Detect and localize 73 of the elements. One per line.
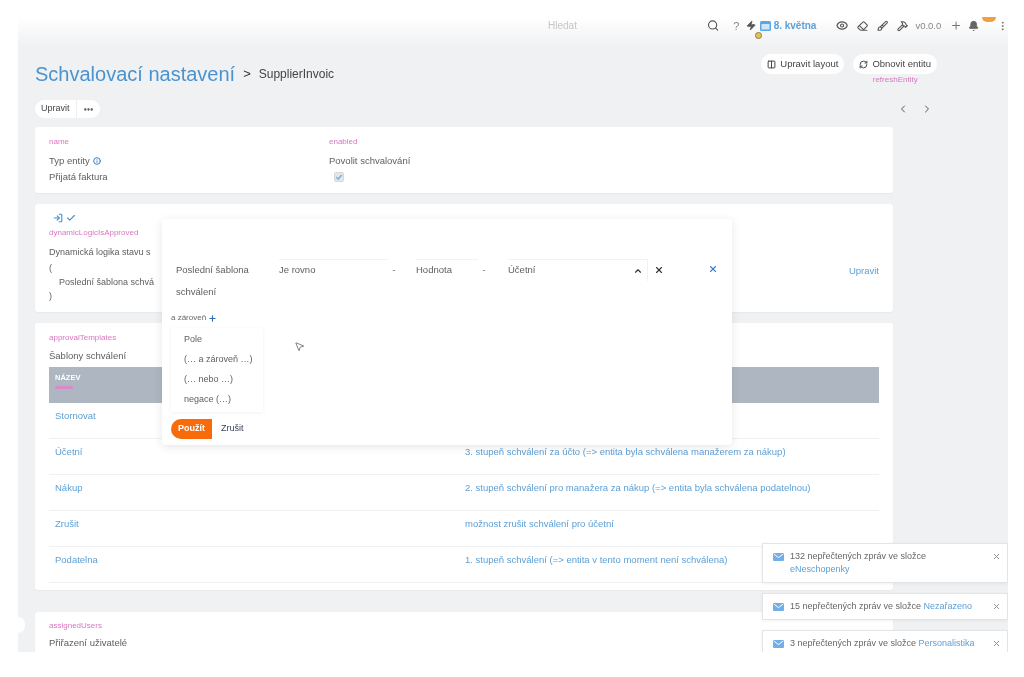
close-icon[interactable] [992,552,1001,561]
close-paren: ) [49,290,52,303]
close-icon[interactable] [992,639,1001,648]
refresh-icon [859,59,869,69]
logic-description: Dynamická logika stavu s [49,246,151,259]
breadcrumb-separator: > [243,66,251,82]
remove-condition-icon[interactable] [708,264,718,274]
close-icon[interactable] [992,602,1001,611]
refresh-button[interactable]: Obnovit entitu [853,54,937,74]
separator-dash: - [481,263,487,277]
column-marker [55,386,73,389]
menu-item[interactable]: (… a zároveň …) [171,350,263,370]
field-value: Přijatá faktura [49,170,108,184]
login-icon[interactable] [53,213,63,223]
notification-message: 132 nepřečtených zpráv ve složce eNeschopenky [790,550,928,576]
field-select[interactable]: Poslední šablona schválení [176,259,272,303]
action-key-label: refreshEntity [872,75,918,85]
notification-message: 3 nepřečtených zpráv ve složce Personalistika [790,637,976,650]
operator-select[interactable]: Je rovno [279,259,388,281]
template-name: Účetní [54,445,83,459]
template-description: 1. stupeň schválení (=> entita v tento moment není schválena) [465,553,728,567]
version-label: v0.0.0 [915,19,942,32]
lightning-icon[interactable] [746,20,757,31]
search-icon[interactable] [707,19,720,32]
section-title: Šablony schválení [49,349,127,363]
breadcrumb-current: SupplierInvoic [258,66,335,82]
template-name: Stornovat [54,409,96,423]
eye-icon[interactable] [836,19,849,32]
template-name: Zrušit [54,517,79,531]
eraser-icon[interactable] [856,19,868,32]
field-label: Typ entity [49,153,90,168]
template-name: Podatelna [54,553,98,567]
field-key: assignedUsers [49,619,102,633]
brush-icon[interactable] [876,19,889,32]
template-name: Nákup [54,481,83,495]
value-type-select[interactable]: Hodnota [416,259,478,281]
status-dot-icon [754,32,762,39]
template-description: možnost zrušit schválení pro účetní [465,517,614,531]
field-label: Povolit schvalování [329,154,411,168]
field-key: dynamicLogicIsApproved [49,226,139,240]
mail-icon [773,640,784,648]
open-paren: ( [49,262,52,275]
template-description: 3. stupeň schválení za účto (=> entita byla schválena manažerem za nákup) [465,445,786,459]
separator-dash: - [391,263,397,277]
plus-icon[interactable] [208,313,218,323]
menu-item[interactable]: (… nebo …) [171,370,263,390]
logic-condition: Poslední šablona schvá [58,276,155,289]
cursor-icon [294,341,305,352]
edit-layout-button[interactable]: Upravit layout [761,54,845,74]
plus-icon[interactable] [950,19,963,32]
menu-item[interactable]: negace (…) [171,390,263,410]
hammer-icon[interactable] [897,19,909,32]
check-icon[interactable] [66,213,76,223]
info-icon[interactable] [92,157,101,165]
search-field[interactable]: Hledat [530,17,698,34]
field-key: enabled [329,136,358,148]
field-key: approvalTemplates [49,331,117,345]
section-title: Přiřazení uživatelé [49,636,128,650]
notification-badge [981,17,996,22]
add-condition-label[interactable]: a zároveň [171,312,207,324]
page-title: Schvalovací nastavení [35,62,236,87]
help-link[interactable]: ? [733,19,740,32]
field-key: name [49,136,69,148]
template-description: 2. stupeň schválení pro manažera za nákup (=> entita byla schválena podatelnou) [465,481,811,495]
notification-message: 15 nepřečtených zpráv ve složce Nezařazeno [790,600,974,613]
clear-icon[interactable] [654,265,664,275]
columns-icon [767,59,777,69]
value-select[interactable]: Účetní [508,259,648,281]
cancel-button[interactable]: Zrušit [220,419,245,439]
mail-icon [773,553,784,561]
bell-icon[interactable] [968,19,980,32]
mail-icon [773,603,784,611]
menu-item[interactable]: Pole [171,330,263,350]
